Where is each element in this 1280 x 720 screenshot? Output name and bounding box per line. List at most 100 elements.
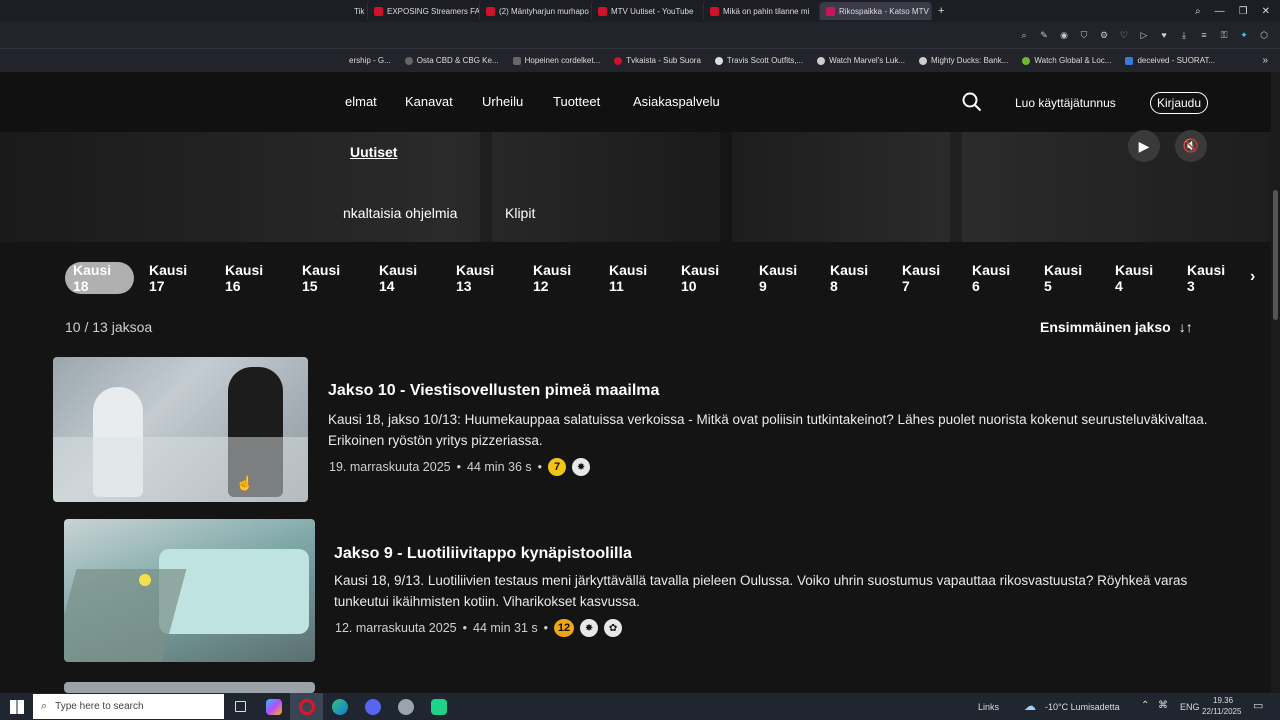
subnav-similar-programs[interactable]: nkaltaisia ohjelmia	[343, 205, 457, 221]
season-chip[interactable]: Kausi 16	[217, 262, 287, 294]
meta-separator: •	[543, 621, 549, 635]
season-chip[interactable]: Kausi 6	[964, 262, 1029, 294]
login-button[interactable]: Kirjaudu	[1150, 92, 1209, 114]
heart-badge-icon[interactable]: ♡	[1114, 30, 1134, 41]
edit-icon[interactable]: ✎	[1034, 30, 1054, 41]
bookmarks-overflow-icon[interactable]: »	[1262, 55, 1280, 66]
season-chip[interactable]: Kausi 9	[751, 262, 813, 294]
nav-item-kanavat[interactable]: Kanavat	[405, 94, 453, 109]
clock-time[interactable]: 19.36	[1213, 696, 1233, 705]
play-button[interactable]: ▶	[1128, 130, 1160, 162]
notification-icon[interactable]: ▭	[1253, 699, 1263, 712]
close-icon[interactable]: ✕	[1262, 6, 1270, 17]
mute-button[interactable]: 🔇	[1175, 130, 1207, 162]
season-chip[interactable]: Kausi 10	[673, 262, 744, 294]
browser-tab[interactable]: Mikä on pahin tilanne mi	[704, 2, 820, 20]
zoom-icon[interactable]: ⌕	[1014, 30, 1034, 41]
lock-icon[interactable]: ⚿	[1214, 30, 1234, 41]
scrollbar-thumb[interactable]	[1273, 190, 1278, 320]
season-chip[interactable]: Kausi 5	[1036, 262, 1100, 294]
chevron-up-icon[interactable]: ⌃	[1141, 700, 1149, 711]
taskbar-app-green[interactable]	[422, 693, 455, 720]
taskbar-app-opera[interactable]	[290, 693, 323, 720]
season-chip[interactable]: Kausi 15	[294, 262, 364, 294]
edge-icon	[331, 698, 348, 715]
bookmark-item[interactable]: Travis Scott Outfits,...	[708, 56, 810, 65]
season-chip[interactable]: Kausi 13	[448, 262, 518, 294]
menu-icon[interactable]: ≡	[1194, 30, 1214, 40]
nav-item[interactable]: elmat	[345, 94, 377, 109]
season-chip[interactable]: Kausi 7	[894, 262, 955, 294]
episode-title[interactable]: Jakso 10 - Viestisovellusten pimeä maail…	[328, 382, 659, 400]
season-chip[interactable]: Kausi 17	[141, 262, 211, 294]
episode-title[interactable]: Jakso 9 - Luotiliivitappo kynäpistoolill…	[334, 545, 632, 563]
taskbar-app-discord[interactable]	[356, 693, 389, 720]
season-chip[interactable]: Kausi 11	[601, 262, 666, 294]
browser-tab[interactable]: MTV Uutiset - YouTube	[592, 2, 704, 20]
bookmark-item[interactable]: ership - G...	[342, 56, 398, 65]
bookmark-item[interactable]: Osta CBD & CBG Ke...	[398, 56, 506, 65]
nav-item-tuotteet[interactable]: Tuotteet	[553, 94, 600, 109]
tv-icon	[614, 56, 623, 65]
sort-button[interactable]: Ensimmäinen jakso ↓↑	[1040, 319, 1193, 335]
season-chip[interactable]: Kausi 8	[822, 262, 887, 294]
start-button[interactable]	[0, 693, 33, 720]
season-chip[interactable]: Kausi 4	[1107, 262, 1172, 294]
search-icon[interactable]	[962, 92, 982, 117]
bookmark-label: Hopeinen cordelket...	[524, 56, 601, 65]
tab-label: Rikospaikka - Katso MTV	[839, 6, 929, 16]
minimize-icon[interactable]: —	[1215, 6, 1225, 17]
season-chip[interactable]: Kausi 18	[65, 262, 134, 294]
browser-tab[interactable]: EXPOSING Streamers FAKI	[368, 2, 480, 20]
nav-item-asiakaspalvelu[interactable]: Asiakaspalvelu	[633, 94, 720, 109]
flash-effect	[139, 574, 151, 586]
play-icon[interactable]: ▷	[1134, 30, 1154, 41]
episode-thumbnail[interactable]	[64, 682, 315, 693]
language-indicator[interactable]: ENG	[1180, 702, 1200, 712]
taskbar-app-vpn[interactable]	[389, 693, 422, 720]
bookmark-item[interactable]: Mighty Ducks: Bank...	[912, 56, 1015, 65]
nav-item-urheilu[interactable]: Urheilu	[482, 94, 523, 109]
weather-text[interactable]: -10°C Lumisadetta	[1045, 702, 1120, 712]
episode-thumbnail[interactable]	[53, 357, 308, 502]
links-toolbar[interactable]: Links	[978, 702, 999, 712]
taskbar-app-edge[interactable]	[323, 693, 356, 720]
browser-tab[interactable]: (2) Mäntyharjun murhapo	[480, 2, 592, 20]
bookmark-label: Osta CBD & CBG Ke...	[416, 56, 499, 65]
browser-tab[interactable]: Tik	[348, 2, 368, 20]
new-tab-button[interactable]: +	[932, 2, 952, 20]
clock-date[interactable]: 22/11/2025	[1202, 707, 1241, 716]
page-scrollbar[interactable]	[1271, 72, 1280, 693]
browser-tab-active[interactable]: Rikospaikka - Katso MTV	[820, 2, 932, 20]
search-placeholder: Type here to search	[55, 701, 144, 712]
season-chip[interactable]: Kausi 14	[371, 262, 441, 294]
create-account-link[interactable]: Luo käyttäjätunnus	[1015, 96, 1116, 110]
search-icon[interactable]: ⌕	[1195, 6, 1201, 17]
season-chip[interactable]: Kausi 12	[525, 262, 595, 294]
shield-icon[interactable]: ⛉	[1074, 30, 1094, 41]
aria-icon[interactable]: ✦	[1234, 30, 1254, 41]
download-icon[interactable]: ⤓	[1174, 30, 1194, 41]
bookmark-item[interactable]: Watch Marvel's Luk...	[810, 56, 912, 65]
hero-category-link[interactable]: Uutiset	[350, 144, 397, 160]
network-icon[interactable]: ⌘	[1158, 700, 1168, 711]
subnav-clips[interactable]: Klipit	[505, 205, 535, 221]
task-view-button[interactable]	[224, 693, 257, 720]
chevron-right-icon[interactable]: ›	[1250, 268, 1255, 286]
taskbar-search[interactable]: ⌕ Type here to search	[33, 694, 224, 719]
bookmark-item[interactable]: deceived - SUORAT...	[1118, 56, 1222, 65]
taskbar-app-copilot[interactable]	[257, 693, 290, 720]
bookmark-item[interactable]: Hopeinen cordelket...	[506, 56, 608, 65]
settings-icon[interactable]: ⬡	[1254, 30, 1274, 41]
bookmark-item[interactable]: Watch Global & Loc...	[1015, 56, 1118, 65]
season-chip[interactable]: Kausi 3	[1179, 262, 1238, 294]
extension-icon[interactable]: ⚙	[1094, 30, 1114, 41]
tab-label: MTV Uutiset - YouTube	[611, 6, 694, 16]
camera-icon[interactable]: ◉	[1054, 30, 1074, 41]
episode-count: 10 / 13 jaksoa	[65, 319, 153, 335]
restore-icon[interactable]: ❐	[1239, 6, 1248, 17]
heart-icon[interactable]: ♥	[1154, 30, 1174, 40]
bookmark-item[interactable]: Tvkaista - Sub Suora	[607, 56, 708, 65]
sort-label: Ensimmäinen jakso	[1040, 319, 1171, 335]
episode-thumbnail[interactable]	[64, 519, 315, 662]
